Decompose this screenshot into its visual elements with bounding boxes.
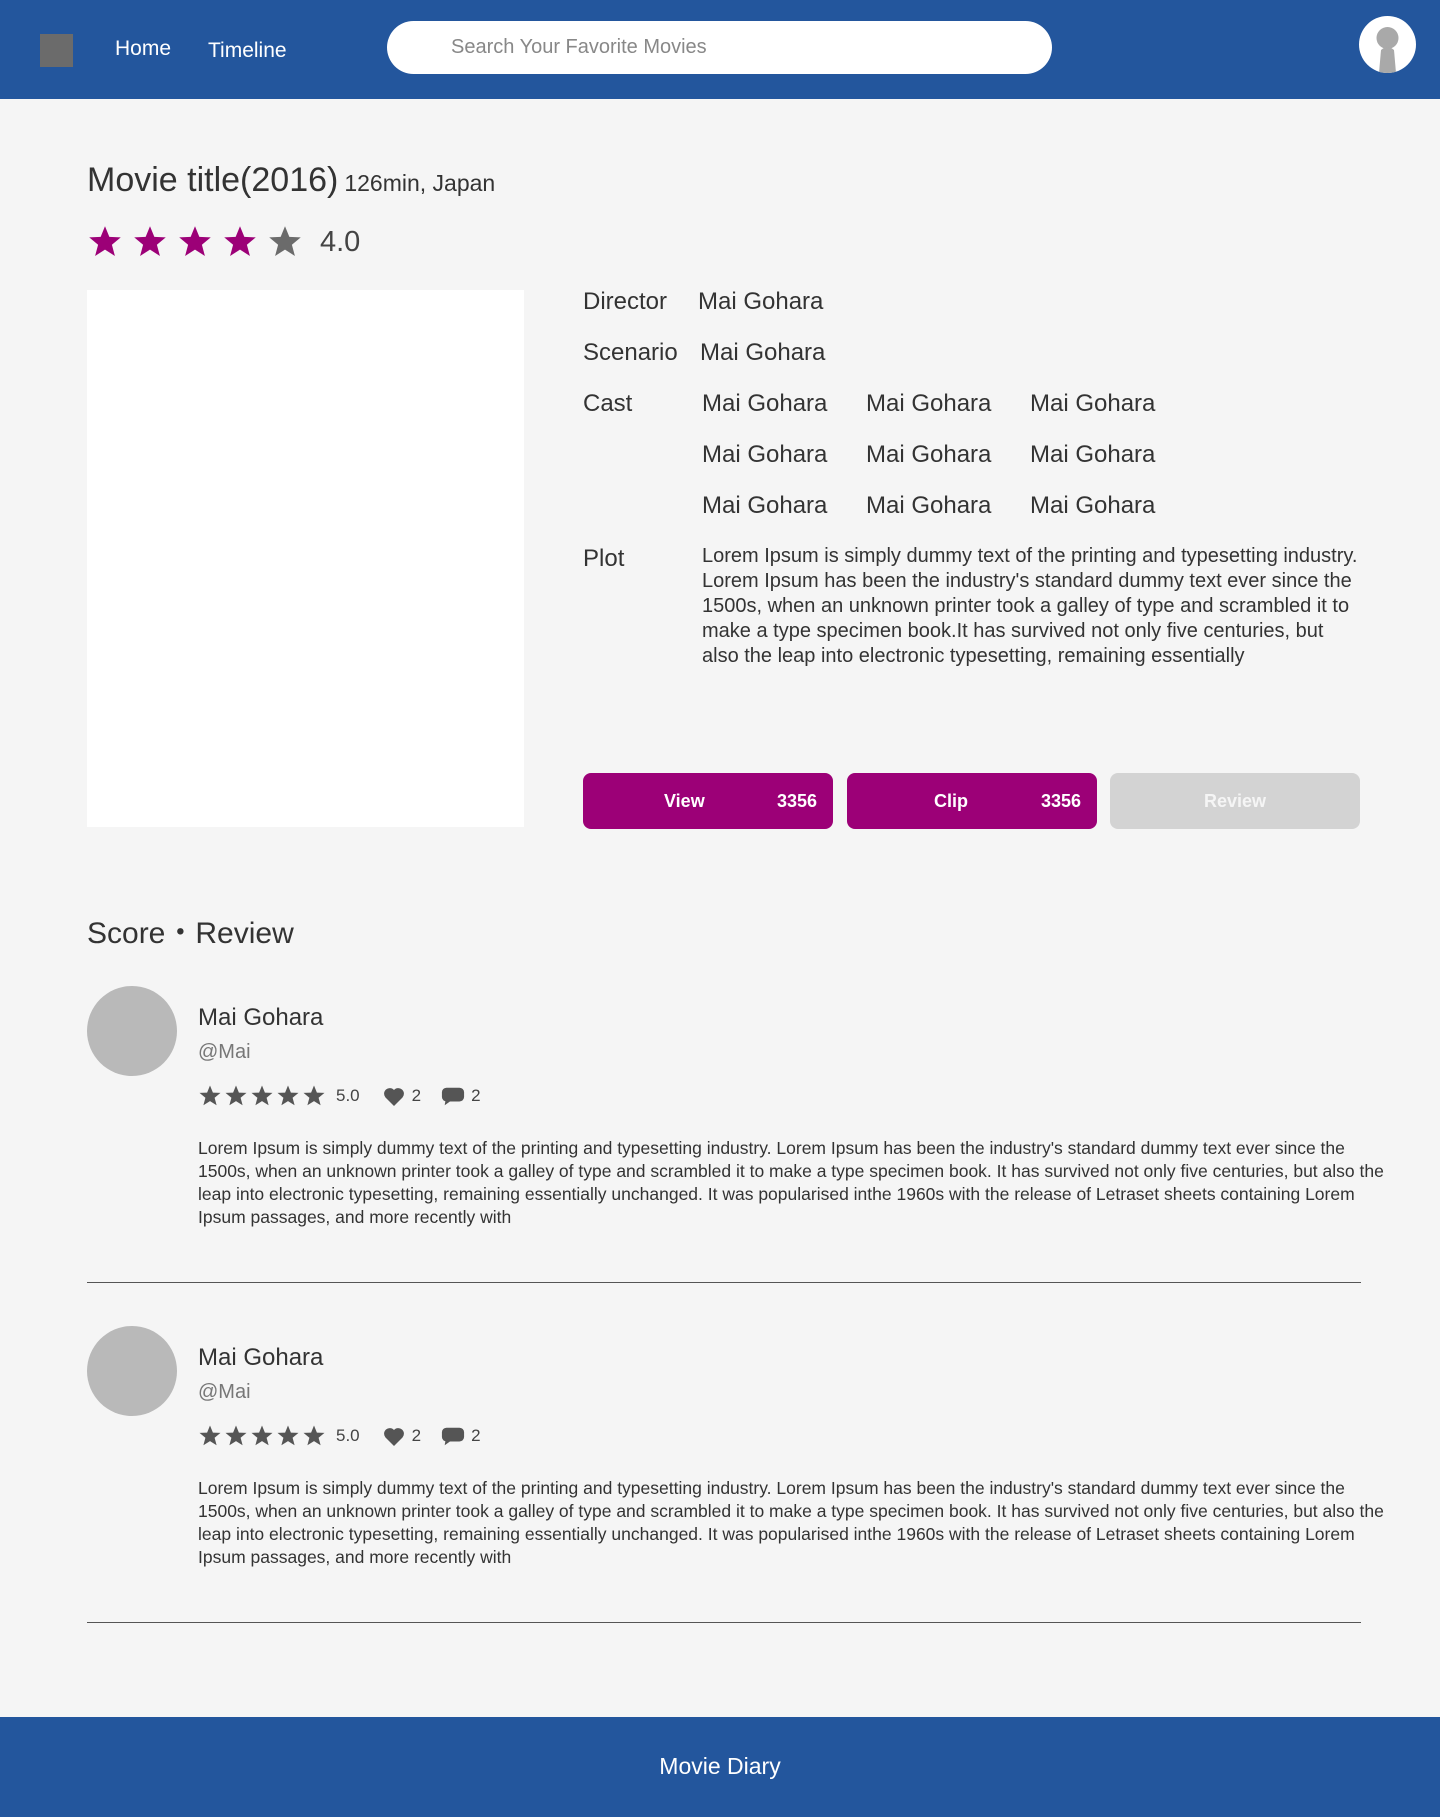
plot-text: Lorem Ipsum is simply dummy text of the … [702, 545, 1358, 667]
reviewer-handle: @Mai [198, 1041, 251, 1063]
review-button-label: Review [1203, 791, 1267, 811]
rating-value: 4.0 [320, 225, 361, 258]
movie-meta: 126min, Japan [344, 170, 496, 196]
user-avatar-icon[interactable] [1359, 16, 1416, 73]
review-stars [198, 1424, 328, 1448]
search-input[interactable] [451, 21, 1031, 74]
reviewer-name[interactable]: Mai Gohara [198, 1004, 323, 1032]
review-stats: 5.0 2 2 [198, 1423, 501, 1449]
nav-timeline-link[interactable]: Timeline [208, 39, 287, 63]
app-logo-icon[interactable] [40, 34, 73, 67]
reviewer-name[interactable]: Mai Gohara [198, 1344, 323, 1372]
reviewer-avatar[interactable] [87, 986, 177, 1076]
comment-icon[interactable] [441, 1425, 465, 1447]
star-icon [199, 1425, 221, 1446]
score-review-heading: Score・Review [87, 917, 294, 950]
star-icon [179, 226, 211, 256]
clip-button-label: Clip [934, 791, 968, 811]
star-icon [251, 1085, 273, 1106]
movie-title-text: Movie title(2016) [87, 161, 339, 199]
review-stars [198, 1084, 328, 1108]
star-icon [269, 226, 301, 256]
cast-member[interactable]: Mai Gohara [866, 492, 991, 520]
review-divider [87, 1282, 1361, 1283]
scenario-value[interactable]: Mai Gohara [700, 339, 825, 367]
scenario-label: Scenario [583, 339, 678, 366]
top-navigation-bar: Home Timeline [0, 0, 1440, 99]
like-count: 2 [411, 1086, 422, 1105]
like-count: 2 [411, 1426, 422, 1445]
review-score: 5.0 [336, 1426, 360, 1445]
review-stats: 5.0 2 2 [198, 1083, 501, 1109]
star-icon [303, 1085, 325, 1106]
star-icon [225, 1085, 247, 1106]
cast-member[interactable]: Mai Gohara [866, 390, 991, 418]
director-value[interactable]: Mai Gohara [698, 288, 823, 316]
comment-icon[interactable] [441, 1085, 465, 1107]
view-count: 3356 [776, 791, 817, 811]
review-card: Mai Gohara @Mai 5.0 2 2 Lorem Ipsum is s… [87, 1326, 1384, 1567]
clip-count: 3356 [1040, 791, 1081, 811]
plot-label: Plot [583, 545, 625, 572]
cast-member[interactable]: Mai Gohara [866, 441, 991, 469]
cast-member[interactable]: Mai Gohara [1030, 441, 1155, 469]
review-divider [87, 1622, 1361, 1623]
star-icon [277, 1085, 299, 1106]
cast-label: Cast [583, 390, 633, 417]
star-icon [277, 1425, 299, 1446]
comment-count: 2 [471, 1086, 481, 1105]
search-bar [387, 21, 1052, 74]
star-icon [303, 1425, 325, 1446]
star-icon [199, 1085, 221, 1106]
nav-home-link[interactable]: Home [115, 37, 171, 61]
footer-bar: Movie Diary [0, 1717, 1440, 1817]
movie-poster [87, 290, 524, 827]
cast-member[interactable]: Mai Gohara [702, 390, 827, 418]
review-score: 5.0 [336, 1086, 360, 1105]
cast-member[interactable]: Mai Gohara [1030, 492, 1155, 520]
clip-button[interactable]: Clip 3356 [847, 773, 1097, 829]
star-icon [251, 1425, 273, 1446]
star-icon [134, 226, 166, 256]
director-label: Director [583, 288, 668, 315]
movie-title: Movie title(2016) 126min, Japan [87, 161, 495, 200]
heart-icon[interactable] [382, 1425, 406, 1447]
cast-member[interactable]: Mai Gohara [1030, 390, 1155, 418]
star-icon [89, 226, 121, 256]
review-text: Lorem Ipsum is simply dummy text of the … [198, 1478, 1384, 1567]
star-icon [224, 226, 256, 256]
movie-rating: 4.0 [87, 222, 360, 262]
heart-icon[interactable] [382, 1085, 406, 1107]
star-icon [225, 1425, 247, 1446]
reviewer-handle: @Mai [198, 1381, 251, 1403]
review-button[interactable]: Review [1110, 773, 1360, 829]
comment-count: 2 [471, 1426, 481, 1445]
cast-member[interactable]: Mai Gohara [702, 492, 827, 520]
view-button[interactable]: View 3356 [583, 773, 833, 829]
view-button-label: View [664, 791, 705, 811]
review-text: Lorem Ipsum is simply dummy text of the … [198, 1138, 1384, 1227]
review-card: Mai Gohara @Mai 5.0 2 2 Lorem Ipsum is s… [87, 986, 1384, 1227]
cast-member[interactable]: Mai Gohara [702, 441, 827, 469]
reviewer-avatar[interactable] [87, 1326, 177, 1416]
footer-title: Movie Diary [659, 1753, 781, 1779]
